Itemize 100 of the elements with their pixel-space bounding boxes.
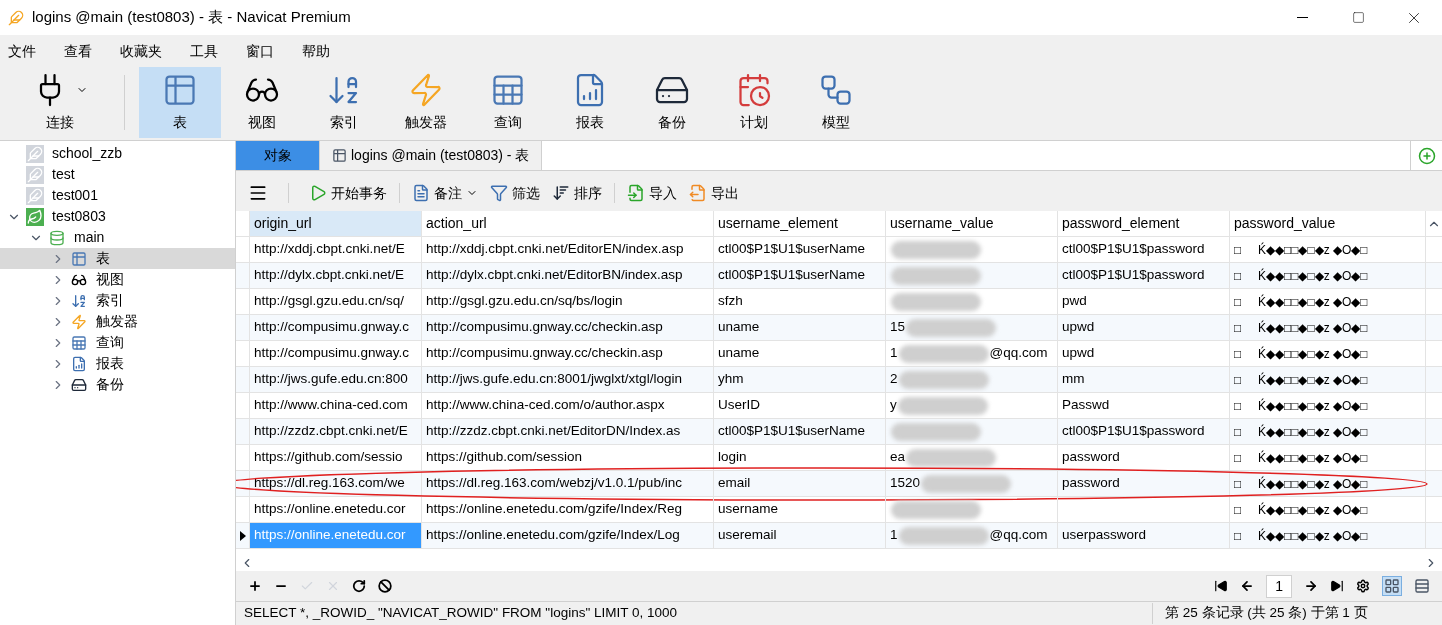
table-cell[interactable]: yhm (714, 367, 886, 392)
grid-view-button[interactable] (1382, 576, 1402, 596)
table-cell[interactable]: https://online.enetedu.com/gzife/Index/Log (422, 523, 714, 548)
table-cell[interactable]: password (1058, 445, 1230, 470)
table-cell[interactable]: http://compusimu.gnway.cc/checkin.asp (422, 341, 714, 366)
table-cell[interactable]: Passwd (1058, 393, 1230, 418)
table-cell[interactable]: login (714, 445, 886, 470)
tree-item[interactable]: test (0, 164, 235, 185)
page-number-field[interactable]: 1 (1266, 574, 1292, 598)
table-cell[interactable]: http://gsgl.gzu.edu.cn/sq/bs/login (422, 289, 714, 314)
table-cell[interactable]: http://zzdz.cbpt.cnki.net/E (250, 419, 422, 444)
menu-item[interactable]: 收藏夹 (119, 40, 163, 62)
table-cell[interactable]: sfzh (714, 289, 886, 314)
table-cell[interactable]: ctl00$P1$U1$userName (714, 237, 886, 262)
column-header[interactable]: username_value (886, 211, 1058, 236)
tree-item[interactable]: main (0, 227, 235, 248)
table-cell[interactable]: □ Ḱ◆◆□□◆□◆z ◆O◆□ (1230, 263, 1426, 288)
table-row[interactable]: http://dylx.cbpt.cnki.net/E http://dylx.cbpt.cnki.net/EditorBN/index.asp ctl00$P1$U1$userName ctl00$P1$U1$password □ Ḱ◆◆□□◆□◆z ◆O◆□ (236, 263, 1442, 289)
column-header[interactable]: origin_url (250, 211, 422, 236)
table-cell[interactable]: http://dylx.cbpt.cnki.net/EditorBN/index.asp (422, 263, 714, 288)
table-cell[interactable]: userpassword (1058, 523, 1230, 548)
tree-item[interactable]: 查询 (0, 332, 235, 353)
toolbar-button[interactable]: 开始事务 (305, 180, 391, 206)
tree-item[interactable]: 备份 (0, 374, 235, 395)
table-row[interactable]: http://zzdz.cbpt.cnki.net/E http://zzdz.cbpt.cnki.net/EditorDN/Index.as ctl00$P1$U1$userName ctl00$P1$U1$password □ Ḱ◆◆□□◆□◆z ◆O◆□ (236, 419, 1442, 445)
stop-button[interactable] (378, 579, 392, 593)
table-cell[interactable]: uname (714, 341, 886, 366)
table-row[interactable]: http://compusimu.gnway.c http://compusimu.gnway.cc/checkin.asp uname 15 upwd □ Ḱ◆◆□□◆□◆z ◆O◆□ (236, 315, 1442, 341)
tab[interactable]: logins @main (test0803) - 表 (320, 141, 543, 170)
toolbar-button[interactable]: 报表 (549, 67, 631, 138)
tree-item[interactable]: 表 (0, 248, 235, 269)
add-row-button[interactable] (248, 579, 262, 593)
tree-item[interactable]: 报表 (0, 353, 235, 374)
table-cell[interactable]: uname (714, 315, 886, 340)
table-cell[interactable]: ctl00$P1$U1$password (1058, 263, 1230, 288)
toolbar-button[interactable]: 连接 (10, 67, 110, 138)
table-row[interactable]: http://jws.gufe.edu.cn:800 http://jws.gufe.edu.cn:8001/jwglxt/xtgl/login yhm 2 mm □ Ḱ◆◆□□◆□◆z ◆O◆□ (236, 367, 1442, 393)
tree-item[interactable]: test001 (0, 185, 235, 206)
table-cell[interactable]: □ Ḱ◆◆□□◆□◆z ◆O◆□ (1230, 289, 1426, 314)
table-cell[interactable]: http://jws.gufe.edu.cn:8001/jwglxt/xtgl/login (422, 367, 714, 392)
table-cell[interactable]: http://compusimu.gnway.cc/checkin.asp (422, 315, 714, 340)
previous-page-button[interactable] (1240, 579, 1255, 593)
table-cell[interactable]: upwd (1058, 341, 1230, 366)
table-cell[interactable]: pwd (1058, 289, 1230, 314)
refresh-button[interactable] (352, 579, 366, 593)
table-cell[interactable]: □ Ḱ◆◆□□◆□◆z ◆O◆□ (1230, 237, 1426, 262)
toolbar-button[interactable]: 导出 (685, 180, 743, 206)
toolbar-button[interactable]: 筛选 (486, 180, 544, 206)
toolbar-button[interactable]: 导入 (623, 180, 681, 206)
table-cell[interactable]: https://online.enetedu.com/gzife/Index/Reg (422, 497, 714, 522)
settings-button[interactable] (1356, 579, 1370, 593)
table-cell[interactable]: UserID (714, 393, 886, 418)
table-cell[interactable]: □ Ḱ◆◆□□◆□◆z ◆O◆□ (1230, 523, 1426, 548)
table-cell[interactable]: http://gsgl.gzu.edu.cn/sq/ (250, 289, 422, 314)
column-header[interactable]: username_element (714, 211, 886, 236)
table-row[interactable]: https://online.enetedu.cor https://online.enetedu.com/gzife/Index/Log useremail 1 @qq.com userpassword □ Ḱ◆◆□□◆□◆z ◆O◆□ (236, 523, 1442, 549)
menu-item[interactable]: 文件 (7, 40, 37, 62)
toolbar-button[interactable]: 排序 (548, 180, 606, 206)
menu-item[interactable]: 窗口 (245, 40, 275, 62)
toolbar-button[interactable]: 触发器 (385, 67, 467, 138)
table-cell[interactable]: http://xddj.cbpt.cnki.net/EditorEN/index.asp (422, 237, 714, 262)
next-page-button[interactable] (1304, 579, 1318, 593)
table-cell[interactable]: □ Ḱ◆◆□□◆□◆z ◆O◆□ (1230, 445, 1426, 470)
last-page-button[interactable] (1330, 579, 1344, 593)
toolbar-button[interactable]: 计划 (713, 67, 795, 138)
menu-item[interactable]: 工具 (189, 40, 219, 62)
column-header[interactable]: password_value (1230, 211, 1426, 236)
table-cell[interactable]: email (714, 471, 886, 496)
tree-item[interactable]: 触发器 (0, 311, 235, 332)
table-cell[interactable]: http://www.china-ced.com/o/author.aspx (422, 393, 714, 418)
table-cell[interactable]: http://zzdz.cbpt.cnki.net/EditorDN/Index.as (422, 419, 714, 444)
table-cell[interactable]: □ Ḱ◆◆□□◆□◆z ◆O◆□ (1230, 341, 1426, 366)
toolbar-button[interactable]: 备份 (631, 67, 713, 138)
table-cell[interactable]: useremail (714, 523, 886, 548)
table-cell[interactable]: http://jws.gufe.edu.cn:800 (250, 367, 422, 392)
table-cell[interactable]: ctl00$P1$U1$userName (714, 419, 886, 444)
table-cell[interactable]: http://www.china-ced.com (250, 393, 422, 418)
column-header[interactable]: password_element (1058, 211, 1230, 236)
menu-item[interactable]: 帮助 (301, 40, 331, 62)
toolbar-button[interactable]: 备注 (408, 180, 482, 206)
table-cell[interactable]: □ Ḱ◆◆□□◆□◆z ◆O◆□ (1230, 471, 1426, 496)
tree-item[interactable]: test0803 (0, 206, 235, 227)
toolbar-button[interactable]: 表 (139, 67, 221, 138)
table-cell[interactable]: password (1058, 471, 1230, 496)
tree-item[interactable]: 视图 (0, 269, 235, 290)
table-cell[interactable]: ctl00$P1$U1$password (1058, 419, 1230, 444)
tab[interactable]: 对象 (236, 141, 320, 170)
table-cell[interactable]: https://github.com/session (422, 445, 714, 470)
table-cell[interactable]: ctl00$P1$U1$userName (714, 263, 886, 288)
table-cell[interactable]: upwd (1058, 315, 1230, 340)
table-cell[interactable]: http://compusimu.gnway.c (250, 315, 422, 340)
column-header[interactable]: action_url (422, 211, 714, 236)
tree-item[interactable]: school_zzb (0, 143, 235, 164)
toolbar-button[interactable]: 查询 (467, 67, 549, 138)
tree-item[interactable]: 索引 (0, 290, 235, 311)
table-cell[interactable]: http://xddj.cbpt.cnki.net/E (250, 237, 422, 262)
table-cell[interactable]: https://dl.reg.163.com/we (250, 471, 422, 496)
table-cell[interactable]: □ Ḱ◆◆□□◆□◆z ◆O◆□ (1230, 315, 1426, 340)
table-cell[interactable]: □ Ḱ◆◆□□◆□◆z ◆O◆□ (1230, 393, 1426, 418)
first-page-button[interactable] (1214, 579, 1229, 593)
